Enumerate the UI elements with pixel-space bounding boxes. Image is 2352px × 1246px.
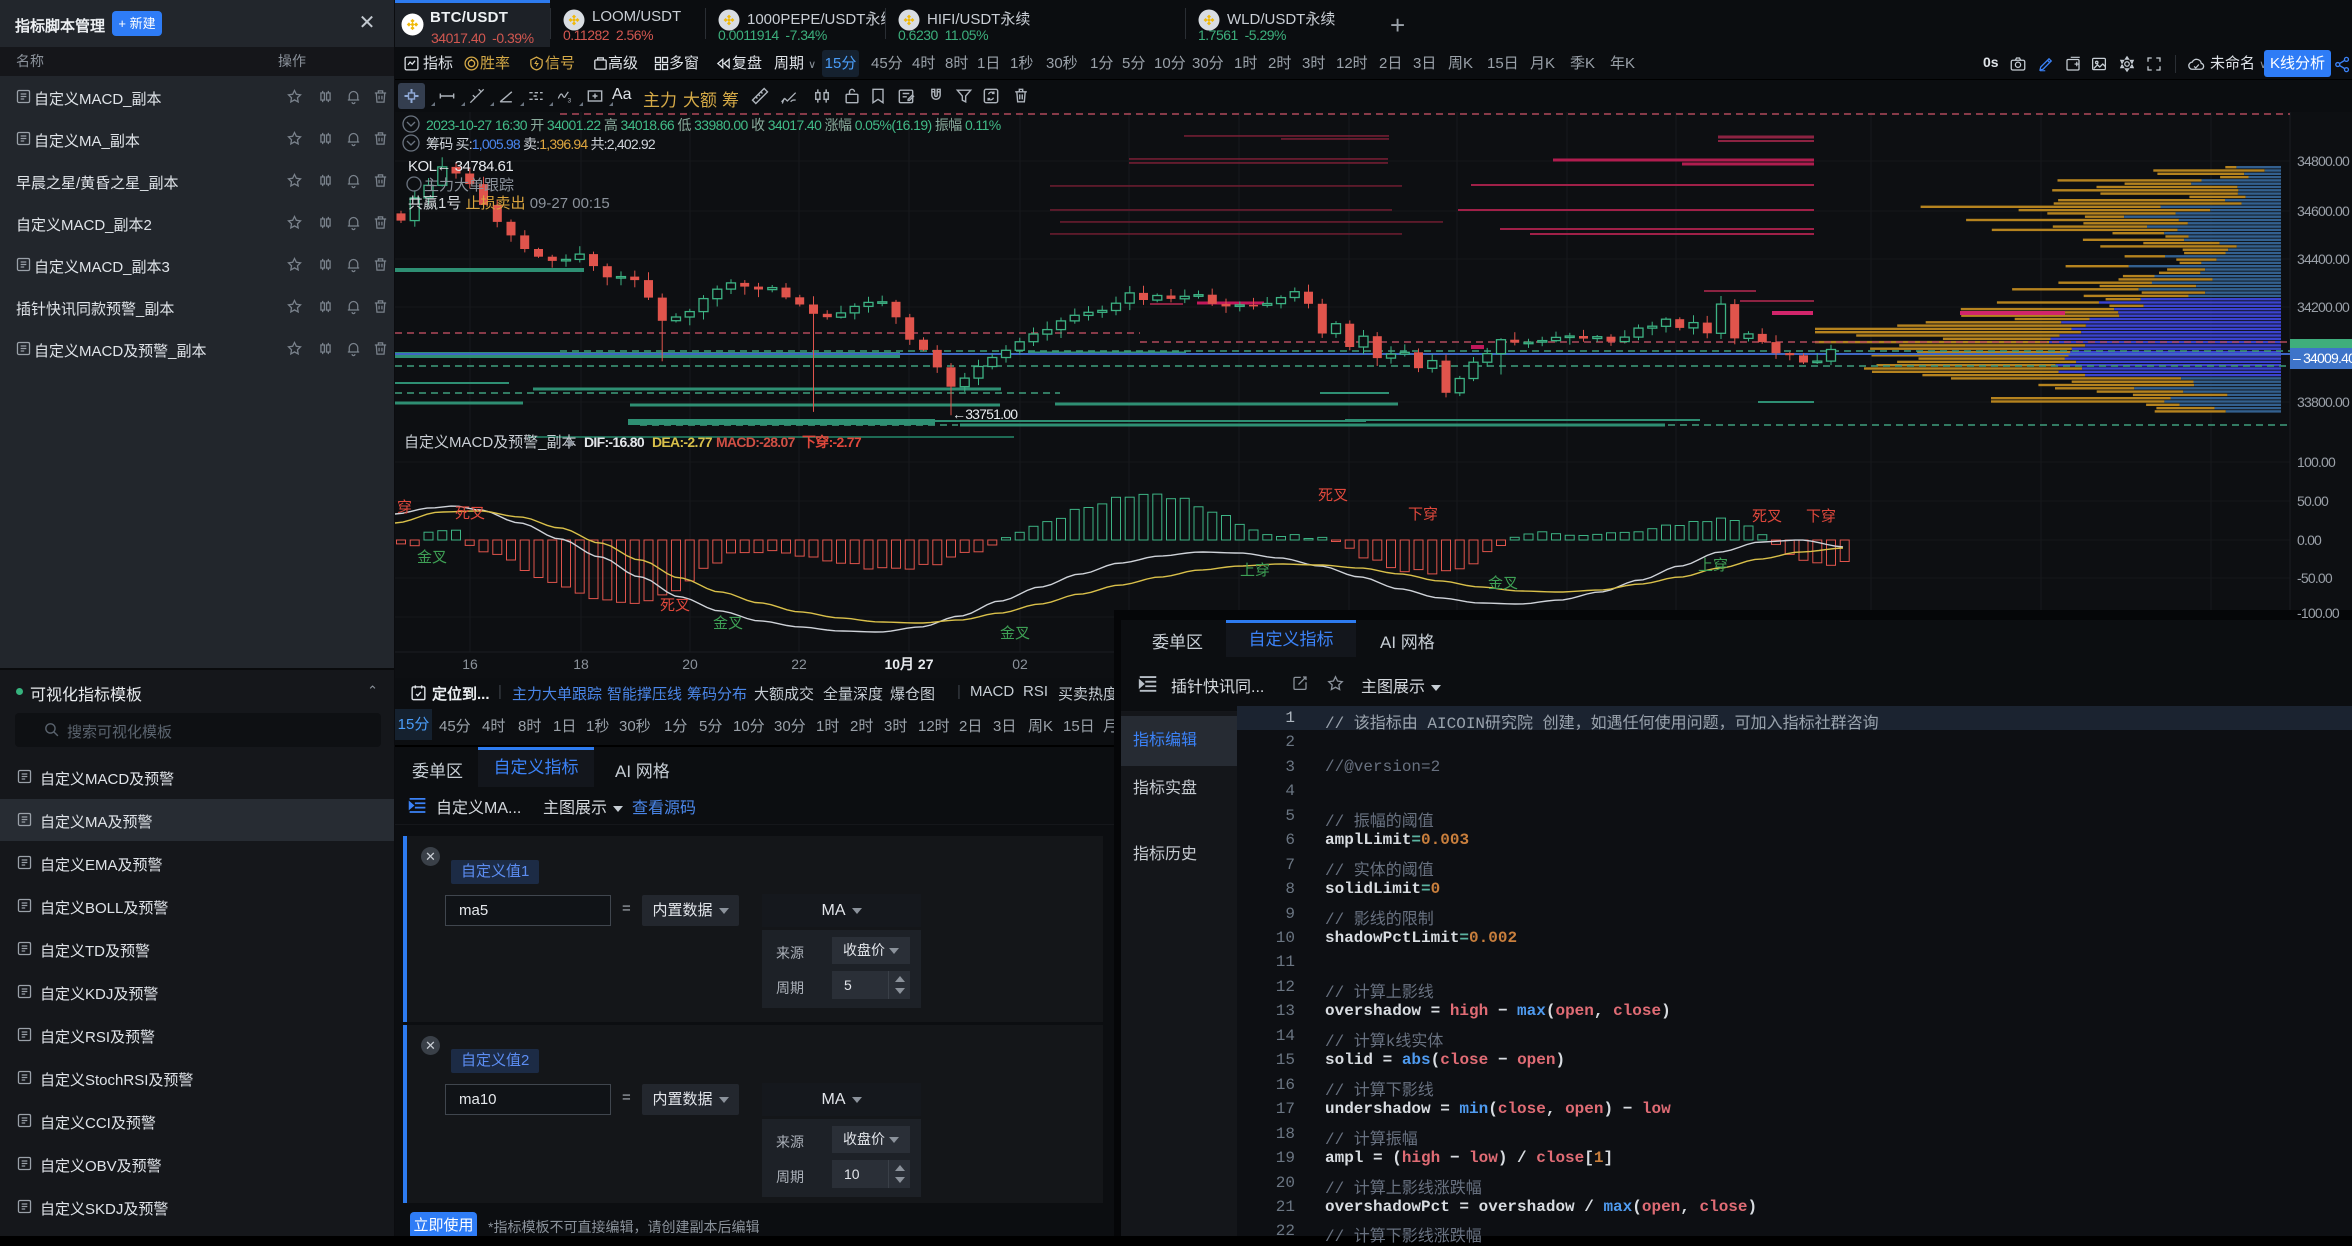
svg-text:KOL← 34784.61: KOL← 34784.61 — [408, 158, 513, 175]
svg-text:16: 16 — [462, 656, 478, 672]
svg-text:MACD:-28.07: MACD:-28.07 — [716, 434, 796, 450]
svg-text:筹码 买:1,005.98 卖:1,396.94 共:2,4: 筹码 买:1,005.98 卖:1,396.94 共:2,402.92 — [426, 136, 656, 152]
svg-text:死叉: 死叉 — [455, 505, 485, 522]
svg-text:18: 18 — [573, 656, 589, 672]
svg-text:DIF:-16.80: DIF:-16.80 — [584, 434, 645, 450]
svg-text:下穿: 下穿 — [1408, 506, 1438, 523]
svg-text:上穿: 上穿 — [1240, 562, 1270, 579]
svg-text:DEA:-2.77: DEA:-2.77 — [652, 434, 713, 450]
svg-text:主力大单跟踪: 主力大单跟踪 — [424, 177, 514, 194]
svg-text:死叉: 死叉 — [1752, 508, 1782, 525]
svg-text:50.00: 50.00 — [2297, 493, 2329, 509]
svg-text:– 34009.40: – 34009.40 — [2293, 350, 2352, 366]
svg-text:02: 02 — [1012, 656, 1028, 672]
svg-text:下穿:-2.77: 下穿:-2.77 — [802, 434, 862, 450]
svg-text:下穿: 下穿 — [1806, 508, 1836, 525]
svg-text:34200.00: 34200.00 — [2297, 299, 2350, 315]
svg-text:33800.00: 33800.00 — [2297, 394, 2350, 410]
svg-text:34600.00: 34600.00 — [2297, 203, 2350, 219]
svg-text:←33751.00: ←33751.00 — [952, 406, 1018, 422]
svg-text:金叉: 金叉 — [417, 549, 447, 566]
svg-text:10月 27: 10月 27 — [884, 656, 933, 672]
svg-text:34400.00: 34400.00 — [2297, 251, 2350, 267]
svg-text:0.00: 0.00 — [2297, 532, 2322, 548]
svg-text:金叉: 金叉 — [1488, 575, 1518, 592]
svg-text:-100.00: -100.00 — [2297, 605, 2340, 621]
svg-text:上穿: 上穿 — [1698, 557, 1728, 574]
svg-text:-50.00: -50.00 — [2297, 570, 2333, 586]
svg-text:共赢1号 止损卖出 09-27 00:15: 共赢1号 止损卖出 09-27 00:15 — [408, 195, 610, 212]
svg-text:自定义MACD及预警_副本: 自定义MACD及预警_副本 — [404, 434, 577, 451]
svg-text:2023-10-27 16:30 开 34001.22 高: 2023-10-27 16:30 开 34001.22 高 34018.66 低… — [426, 117, 1001, 133]
svg-text:34800.00: 34800.00 — [2297, 153, 2350, 169]
svg-text:金叉: 金叉 — [713, 615, 743, 632]
svg-text:死叉: 死叉 — [660, 597, 690, 614]
svg-text:金叉: 金叉 — [1000, 625, 1030, 642]
svg-text:20: 20 — [682, 656, 698, 672]
svg-text:死叉: 死叉 — [1318, 487, 1348, 504]
svg-text:穿: 穿 — [397, 499, 412, 516]
svg-text:100.00: 100.00 — [2297, 454, 2336, 470]
svg-text:22: 22 — [791, 656, 807, 672]
svg-text:3: 3 — [568, 98, 572, 105]
